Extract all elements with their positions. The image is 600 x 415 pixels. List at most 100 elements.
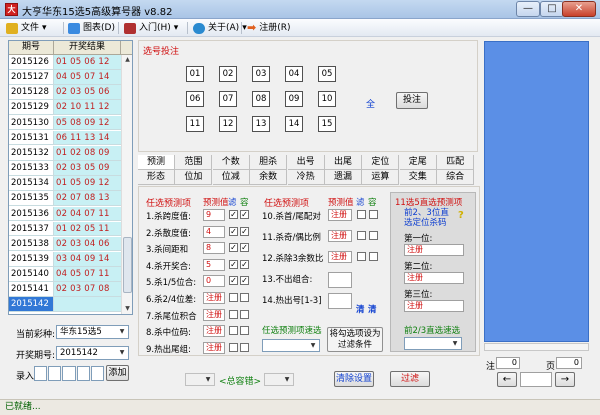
predict-input[interactable]: 0 (203, 275, 225, 288)
convert-to-filter-button[interactable]: 将勾选项设为过滤条件 (327, 327, 383, 352)
scroll-down-icon[interactable]: ▼ (123, 304, 132, 313)
quick-select-dropdown[interactable]: ▼ (262, 339, 320, 352)
tolerance-checkbox[interactable]: ✓ (240, 276, 249, 286)
tab-1-8[interactable]: 综合 (437, 170, 475, 185)
tolerance-checkbox[interactable] (240, 342, 249, 352)
lottery-select[interactable]: 华东15选5 ▼ (56, 325, 129, 339)
number-cell[interactable]: 03 (252, 66, 270, 82)
number-cell[interactable]: 12 (219, 116, 237, 132)
clear-tolerance-link[interactable]: 清 (368, 303, 377, 315)
number-cell[interactable]: 11 (186, 116, 204, 132)
result-list[interactable] (484, 41, 589, 342)
entry-input-2[interactable] (48, 366, 62, 381)
predict-input[interactable]: 9 (203, 209, 225, 221)
filter-checkbox[interactable] (229, 326, 238, 336)
menu-chart[interactable]: 图表(D) (68, 21, 115, 35)
number-cell[interactable]: 05 (318, 66, 336, 82)
tab-0-7[interactable]: 定尾 (399, 155, 437, 170)
entry-input-3[interactable] (62, 366, 76, 381)
predict-input[interactable] (328, 293, 352, 309)
tab-1-6[interactable]: 运算 (362, 170, 400, 185)
tab-0-4[interactable]: 出号 (287, 155, 325, 170)
tab-1-7[interactable]: 交集 (399, 170, 437, 185)
period-select[interactable]: 2015142 ▼ (56, 346, 129, 360)
filter-checkbox[interactable] (229, 342, 238, 352)
entry-input-5[interactable] (90, 366, 105, 381)
menu-register[interactable]: ➡ 注册(R) (247, 21, 291, 35)
tab-0-3[interactable]: 胆杀 (250, 155, 288, 170)
table-row[interactable]: 201513502 07 08 13 14 (9, 191, 121, 217)
tab-0-6[interactable]: 定位 (362, 155, 400, 170)
tolerance-checkbox[interactable]: ✓ (240, 226, 249, 236)
tab-0-5[interactable]: 出尾 (325, 155, 362, 170)
menu-file[interactable]: 文件 ▾ (6, 21, 47, 35)
predict-input[interactable]: 5 (203, 258, 225, 271)
tolerance-min-select[interactable]: ▼ (185, 373, 215, 386)
predict-input[interactable]: 4 (203, 225, 225, 238)
predict-input[interactable]: 注册 (203, 292, 225, 304)
number-cell[interactable]: 07 (219, 91, 237, 107)
filter-checkbox[interactable]: ✓ (229, 276, 238, 286)
number-cell[interactable]: 15 (318, 116, 336, 132)
table-row[interactable]: 201512601 05 06 12 13 (9, 55, 121, 81)
clear-settings-button[interactable]: 清除设置 (334, 371, 374, 387)
tab-0-0[interactable]: 预测 (138, 155, 175, 170)
table-row[interactable]: 201513302 03 05 09 11 (9, 161, 121, 187)
position-input[interactable]: 注册 (404, 300, 464, 312)
predict-input[interactable]: 注册 (328, 230, 352, 242)
filter-button[interactable]: 过滤 (390, 371, 430, 387)
predict-input[interactable]: 注册 (328, 209, 352, 221)
table-row[interactable]: 201512902 10 11 12 15 (9, 100, 121, 126)
menu-intro[interactable]: 入门(H) ▾ (124, 21, 178, 35)
number-cell[interactable]: 04 (285, 66, 303, 82)
tab-1-2[interactable]: 位减 (212, 170, 250, 185)
table-row[interactable]: 201513106 11 13 14 15 (9, 130, 121, 157)
table-row[interactable]: 201513201 02 08 09 11 (9, 145, 121, 172)
table-row[interactable]: 201513005 08 09 12 13 (9, 115, 121, 142)
predict-input[interactable]: 注册 (328, 251, 352, 263)
number-cell[interactable]: 13 (252, 116, 270, 132)
number-cell[interactable]: 01 (186, 66, 204, 82)
number-cell[interactable]: 14 (285, 116, 303, 132)
tab-0-2[interactable]: 个数 (212, 155, 250, 170)
result-hscrollbar[interactable] (484, 343, 589, 351)
tab-1-3[interactable]: 余数 (250, 170, 288, 185)
tolerance-checkbox[interactable] (240, 293, 249, 302)
entry-input-1[interactable] (34, 366, 48, 381)
add-button[interactable]: 添加 (106, 365, 129, 381)
number-cell[interactable]: 09 (285, 91, 303, 107)
predict-input[interactable] (328, 272, 352, 288)
number-cell[interactable]: 02 (219, 66, 237, 82)
filter-checkbox[interactable]: ✓ (229, 243, 238, 253)
tolerance-max-select[interactable]: ▼ (264, 373, 294, 386)
tab-1-4[interactable]: 冷热 (287, 170, 325, 185)
table-row[interactable]: 201513802 03 04 06 09 (9, 236, 121, 263)
tolerance-checkbox[interactable] (240, 309, 249, 319)
position-input[interactable]: 注册 (404, 272, 464, 284)
table-row[interactable]: 201513401 05 09 12 14 (9, 176, 121, 202)
tab-0-8[interactable]: 匹配 (437, 155, 475, 170)
filter-checkbox[interactable] (357, 231, 366, 240)
number-cell[interactable]: 10 (318, 91, 336, 107)
tolerance-checkbox[interactable] (369, 252, 378, 261)
predict-input[interactable]: 注册 (203, 308, 225, 321)
number-cell[interactable]: 08 (252, 91, 270, 107)
scroll-thumb[interactable] (123, 237, 132, 293)
number-cell[interactable]: 06 (186, 91, 204, 107)
filter-checkbox[interactable]: ✓ (229, 210, 238, 219)
predict-input[interactable]: 注册 (203, 325, 225, 338)
scroll-up-icon[interactable]: ▲ (123, 55, 132, 64)
next-page-button[interactable]: → (555, 372, 575, 387)
table-row[interactable]: 201513903 04 09 14 15 (9, 251, 121, 278)
predict-input[interactable]: 注册 (203, 341, 225, 354)
tab-1-5[interactable]: 遗漏 (325, 170, 362, 185)
tab-0-1[interactable]: 范围 (175, 155, 213, 170)
prev-page-button[interactable]: ← (497, 372, 517, 387)
filter-checkbox[interactable] (357, 210, 366, 219)
predict-input[interactable]: 8 (203, 242, 225, 255)
filter-checkbox[interactable] (229, 309, 238, 319)
menu-about[interactable]: 关于(A) ▾ (193, 21, 247, 35)
maximize-button[interactable]: □ (540, 1, 564, 17)
tab-1-1[interactable]: 位加 (175, 170, 213, 185)
help-question-icon[interactable]: ? (458, 210, 464, 221)
